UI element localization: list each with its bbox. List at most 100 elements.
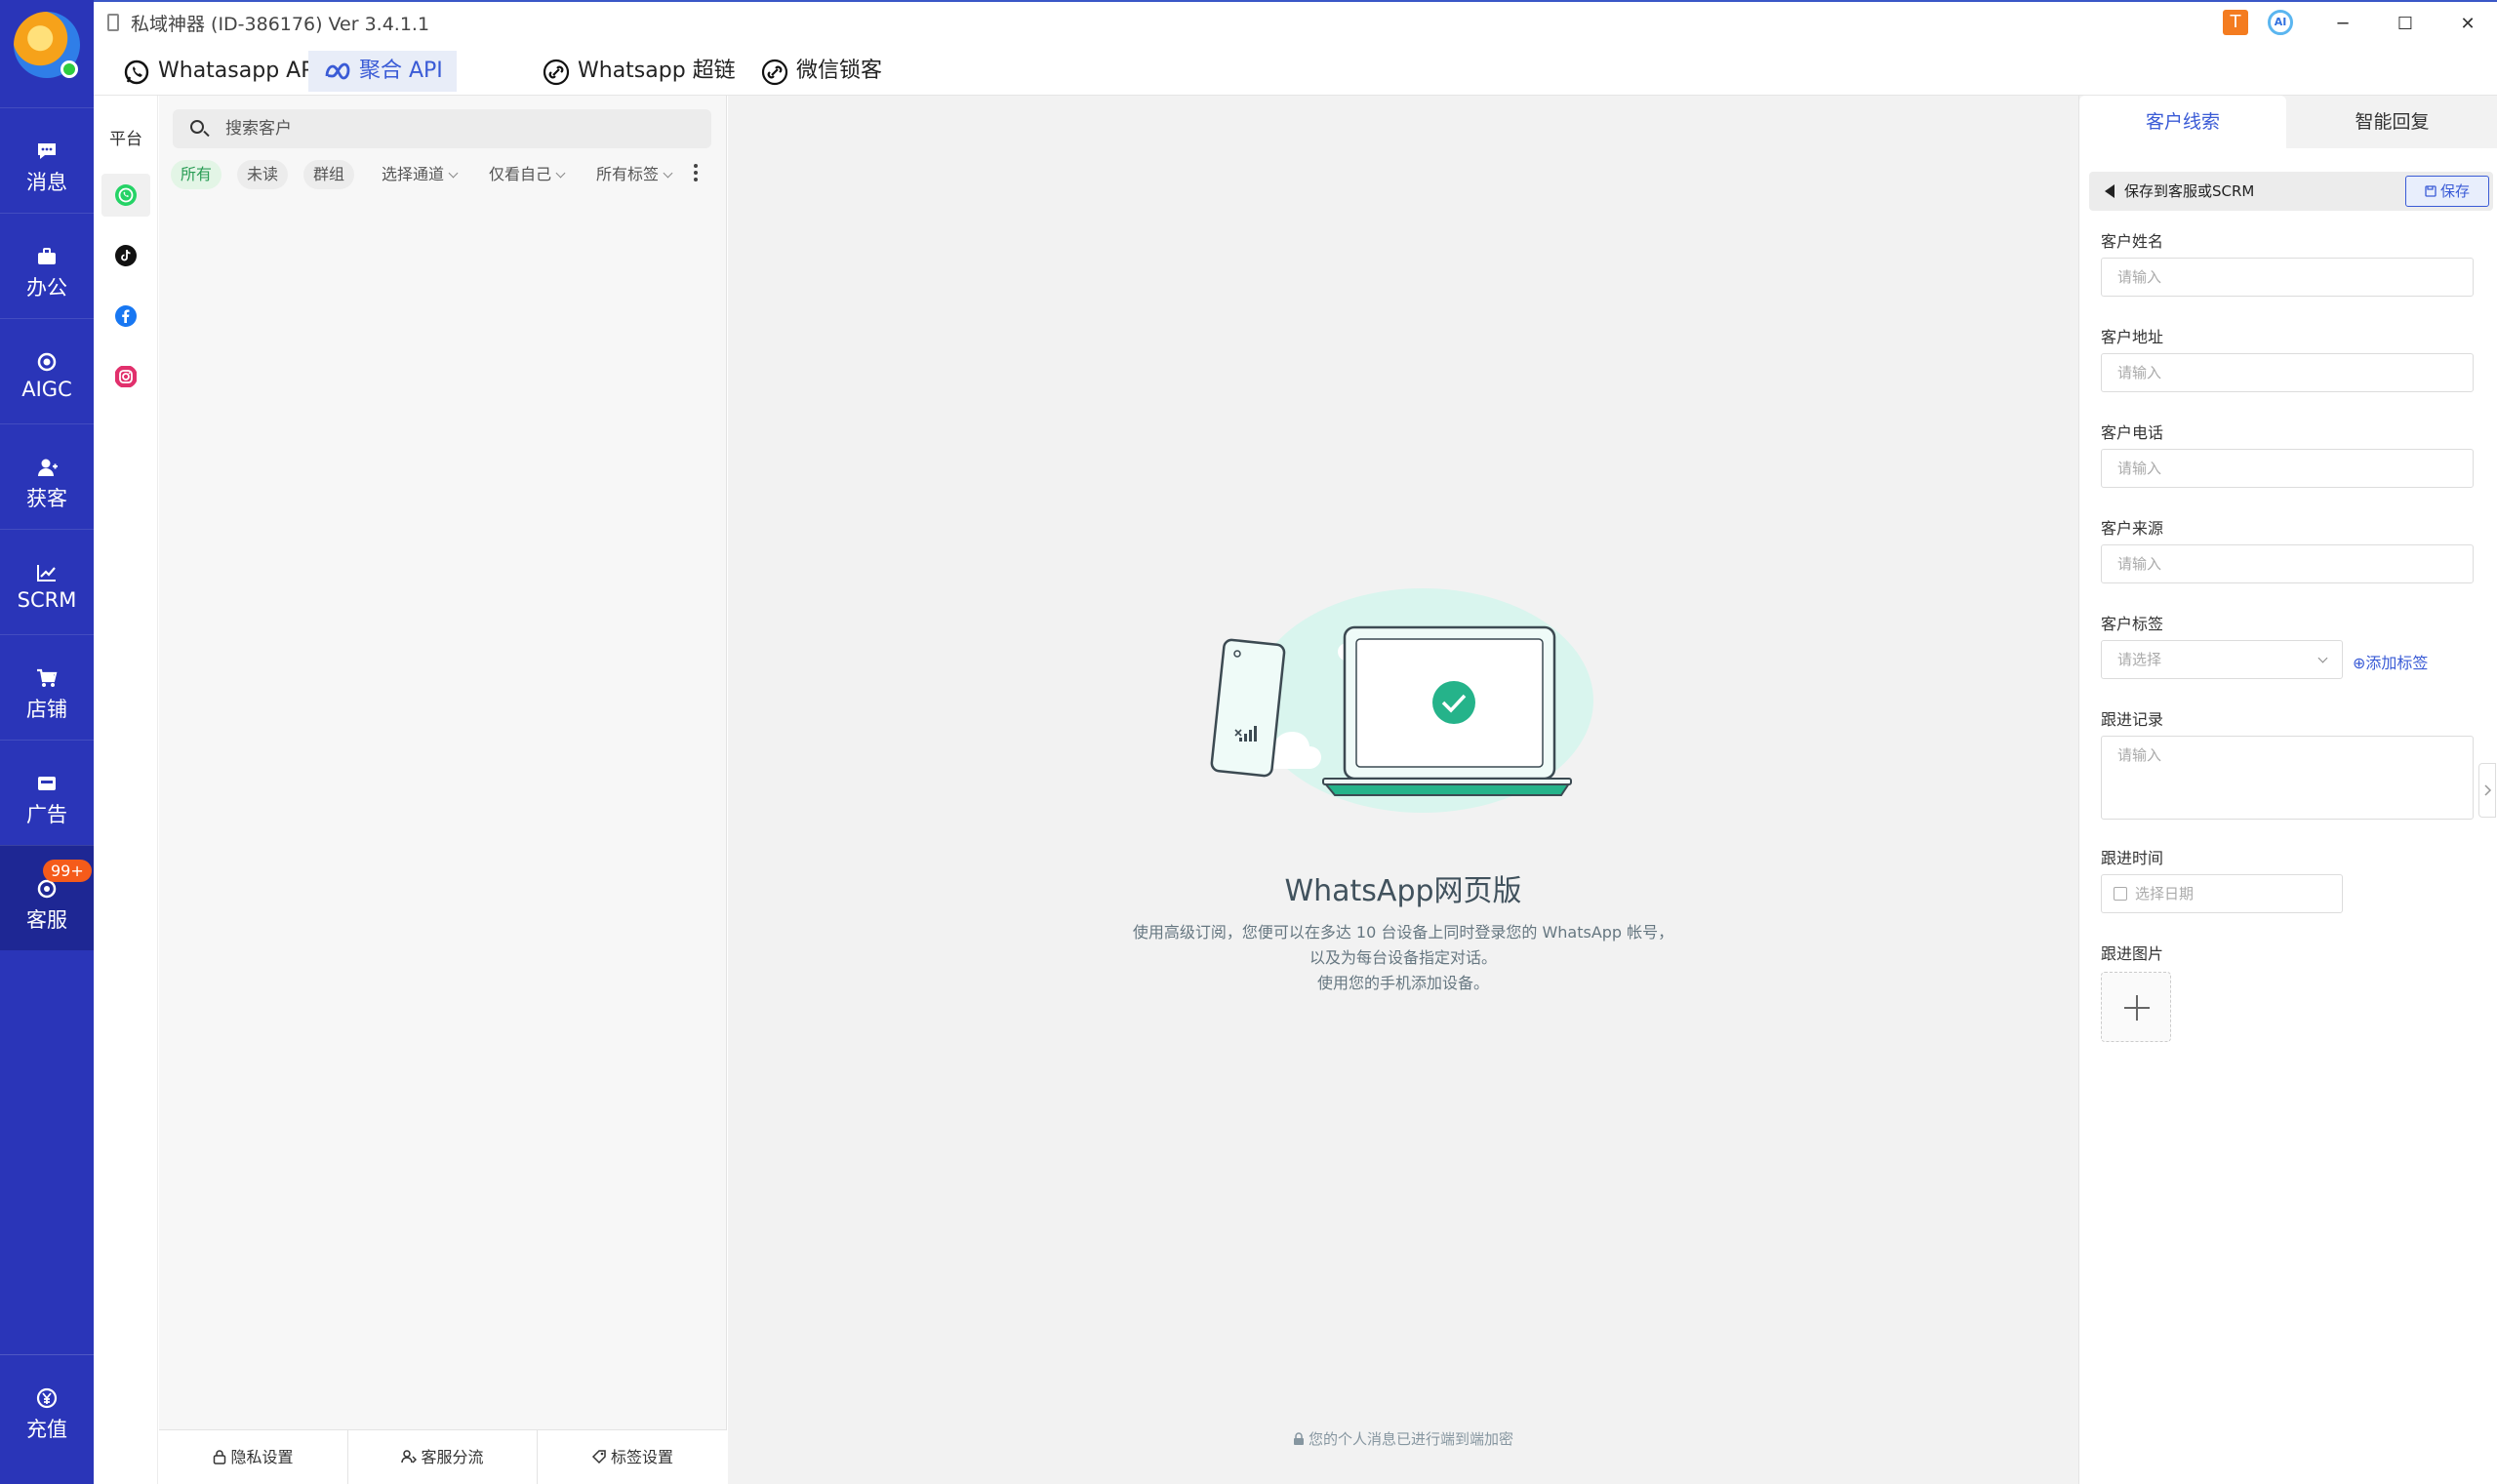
whatsapp-icon	[124, 60, 149, 85]
close-button[interactable]: ✕	[2453, 10, 2482, 39]
more-options-icon[interactable]	[694, 164, 700, 185]
calendar-icon	[2114, 887, 2127, 901]
welcome-description-line3: 使用您的手机添加设备。	[1316, 974, 1489, 992]
instagram-icon[interactable]	[114, 365, 138, 388]
save-to-crm-bar: 保存到客服或SCRM 保存	[2089, 172, 2493, 211]
tab-whatsapp-link[interactable]: Whatsapp 超链	[527, 51, 749, 92]
customer-source-input[interactable]: 请输入	[2101, 544, 2474, 583]
field-label-name: 客户姓名	[2101, 232, 2164, 251]
tab-label: Whatsapp 超链	[578, 59, 736, 83]
only-mine-dropdown[interactable]: 仅看自己	[479, 160, 574, 189]
panel-collapse-handle[interactable]	[2478, 763, 2496, 818]
nav-label: 店铺	[26, 698, 67, 721]
privacy-settings-button[interactable]: 隐私设置	[159, 1430, 348, 1484]
nav-item-office[interactable]: 办公	[0, 213, 94, 318]
title-bar: 私域神器 (ID-386176) Ver 3.4.1.1 T AI ─ ☐ ✕	[94, 0, 2497, 45]
customer-address-input[interactable]: 请输入	[2101, 353, 2474, 392]
chevron-down-icon	[2317, 653, 2328, 663]
ai-assistant-icon[interactable]: AI	[2268, 10, 2293, 35]
maximize-button[interactable]: ☐	[2391, 10, 2420, 39]
filter-unread[interactable]: 未读	[237, 160, 289, 189]
ai-brain-icon	[35, 350, 59, 374]
yen-icon	[35, 1386, 59, 1410]
speaker-icon	[2105, 184, 2114, 198]
save-button-label: 保存	[2439, 182, 2470, 200]
filter-all[interactable]: 所有	[171, 160, 222, 189]
link-icon	[543, 59, 570, 86]
translate-tool-icon[interactable]: T	[2223, 10, 2248, 35]
nav-item-shop[interactable]: 店铺	[0, 634, 94, 740]
nav-label: 消息	[26, 171, 67, 194]
filter-groups[interactable]: 群组	[303, 160, 355, 189]
tab-customer-leads[interactable]: 客户线索	[2079, 96, 2286, 148]
encryption-text: 您的个人消息已进行端到端加密	[1308, 1430, 1513, 1448]
chat-bubble-icon	[35, 140, 59, 163]
nav-item-messages[interactable]: 消息	[0, 107, 94, 213]
whatsapp-icon[interactable]	[114, 183, 138, 207]
minimize-button[interactable]: ─	[2328, 10, 2357, 39]
customer-tag-select[interactable]: 请选择	[2101, 640, 2343, 679]
nav-label: 充值	[26, 1418, 67, 1441]
routing-icon	[401, 1450, 418, 1464]
field-label-notes: 跟进记录	[2101, 710, 2164, 729]
list-footer: 隐私设置 客服分流 标签设置	[159, 1429, 727, 1484]
search-input[interactable]	[225, 109, 694, 148]
tab-aggregate-api[interactable]: 聚合 API	[308, 51, 457, 92]
follow-up-date-picker[interactable]: 选择日期	[2101, 874, 2343, 913]
field-label-address: 客户地址	[2101, 328, 2164, 346]
chevron-down-icon	[555, 168, 566, 179]
customer-name-input[interactable]: 请输入	[2101, 258, 2474, 297]
nav-item-ads[interactable]: 广告	[0, 740, 94, 845]
lock-icon	[214, 1450, 226, 1464]
nav-item-aigc[interactable]: AIGC	[0, 318, 94, 423]
dropdown-label: 仅看自己	[489, 165, 552, 183]
welcome-title: WhatsApp网页版	[1284, 874, 1522, 908]
tab-label: Whatasapp APP	[158, 59, 327, 83]
add-tag-link[interactable]: ⊕添加标签	[2353, 650, 2428, 673]
follow-up-notes-textarea[interactable]: 请输入	[2101, 736, 2474, 820]
dropdown-label: 所有标签	[596, 165, 660, 183]
field-label-source: 客户来源	[2101, 519, 2164, 538]
lock-icon	[1293, 1432, 1304, 1445]
dropdown-label: 选择通道	[382, 165, 445, 183]
nav-item-acquire[interactable]: 获客	[0, 423, 94, 529]
nav-item-scrm[interactable]: SCRM	[0, 529, 94, 634]
chat-list-column: 所有 未读 群组 选择通道 仅看自己 所有标签 隐私设置 客服分流 标签设置	[159, 96, 727, 1484]
welcome-description-line2: 以及为每台设备指定对话。	[1309, 948, 1497, 967]
facebook-icon[interactable]	[114, 304, 138, 328]
shopping-cart-icon	[35, 666, 59, 690]
image-upload-button[interactable]	[2101, 972, 2171, 1042]
tab-smart-reply[interactable]: 智能回复	[2286, 96, 2497, 148]
field-label-images: 跟进图片	[2101, 944, 2164, 963]
field-label-phone: 客户电话	[2101, 423, 2164, 442]
tag-select-placeholder: 请选择	[2117, 651, 2162, 668]
user-plus-icon	[35, 456, 59, 479]
service-routing-button[interactable]: 客服分流	[348, 1430, 538, 1484]
nav-label: AIGC	[21, 378, 72, 401]
chevron-down-icon	[663, 168, 673, 179]
platform-column: 平台	[94, 96, 158, 1484]
tab-label: 聚合 API	[359, 59, 443, 83]
all-tags-dropdown[interactable]: 所有标签	[586, 160, 681, 189]
tab-wechat-lock[interactable]: 微信锁客	[745, 51, 896, 92]
save-icon	[2425, 185, 2437, 197]
briefcase-icon	[35, 245, 59, 268]
tab-whatsapp-app[interactable]: Whatasapp APP	[107, 51, 341, 92]
chevron-down-icon	[448, 168, 459, 179]
nav-label: 办公	[26, 276, 67, 300]
nav-item-recharge[interactable]: 充值	[0, 1354, 94, 1460]
channel-select-dropdown[interactable]: 选择通道	[372, 160, 466, 189]
nav-item-service[interactable]: 99+ 客服	[0, 845, 94, 950]
tab-label: 微信锁客	[796, 59, 883, 83]
date-placeholder: 选择日期	[2135, 885, 2195, 902]
customer-panel: 客户线索 智能回复 保存到客服或SCRM 保存 客户姓名 请输入 客户地址 请输…	[2078, 96, 2497, 1484]
search-box	[173, 109, 711, 148]
line-chart-icon	[35, 561, 59, 584]
save-button[interactable]: 保存	[2405, 176, 2489, 207]
save-bar-label: 保存到客服或SCRM	[2124, 182, 2255, 200]
tiktok-icon[interactable]	[114, 244, 138, 267]
field-label-tags: 客户标签	[2101, 615, 2164, 633]
tag-settings-button[interactable]: 标签设置	[538, 1430, 727, 1484]
whatsapp-devices-illustration	[1210, 588, 1593, 813]
customer-phone-input[interactable]: 请输入	[2101, 449, 2474, 488]
